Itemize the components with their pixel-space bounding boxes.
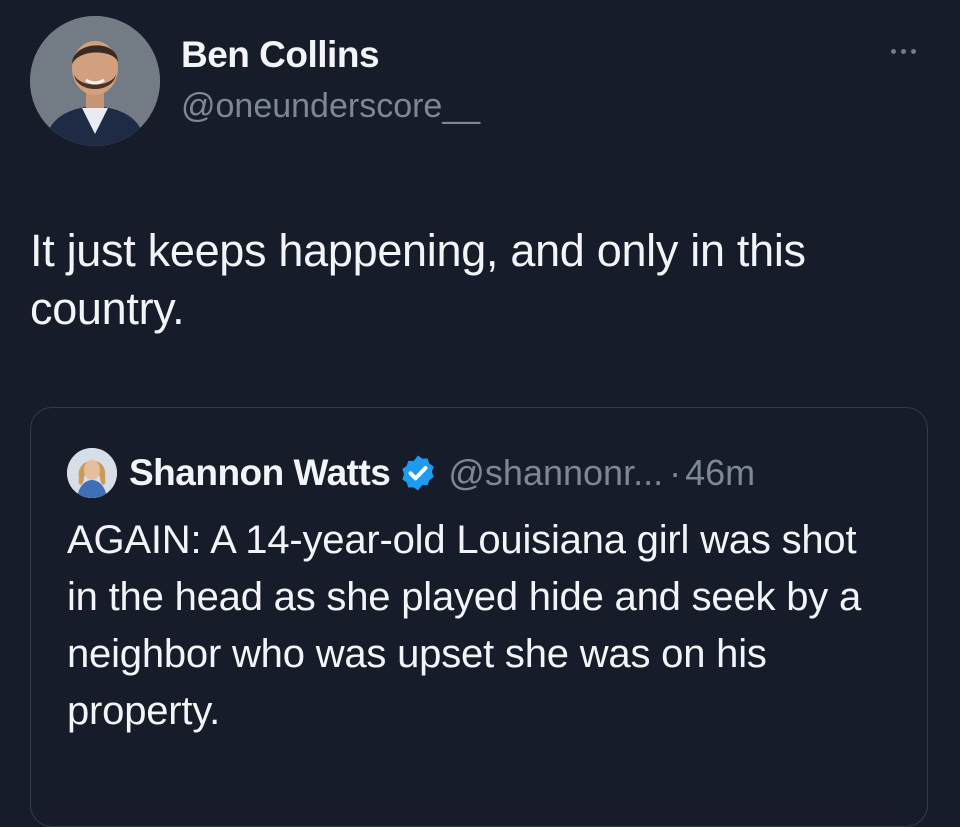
quoted-author-avatar[interactable] xyxy=(67,448,117,498)
author-display-name[interactable]: Ben Collins xyxy=(181,32,380,78)
more-horizontal-icon-dot xyxy=(910,48,916,54)
quoted-tweet-header: Shannon Watts @shannonr... · 46m xyxy=(67,448,755,498)
quoted-author-handle[interactable]: @shannonr... xyxy=(448,452,663,494)
avatar-photo xyxy=(30,16,160,146)
author-handle[interactable]: @oneunderscore__ xyxy=(181,84,480,128)
separator-dot: · xyxy=(669,452,682,493)
quoted-avatar-photo xyxy=(67,448,117,498)
quoted-tweet-text: AGAIN: A 14-year-old Louisiana girl was … xyxy=(67,518,862,733)
quoted-tweet-timestamp[interactable]: 46m xyxy=(685,452,755,494)
author-avatar[interactable] xyxy=(30,16,160,146)
quoted-tweet-card[interactable]: Shannon Watts @shannonr... · 46m AGAIN: … xyxy=(30,407,928,827)
more-horizontal-icon xyxy=(890,48,896,54)
quoted-author-display-name[interactable]: Shannon Watts xyxy=(129,452,391,494)
more-options-button[interactable] xyxy=(880,36,926,66)
verified-badge-icon xyxy=(402,455,435,491)
more-horizontal-icon-dot xyxy=(900,48,906,54)
tweet-text: It just keeps happening, and only in thi… xyxy=(30,225,806,334)
